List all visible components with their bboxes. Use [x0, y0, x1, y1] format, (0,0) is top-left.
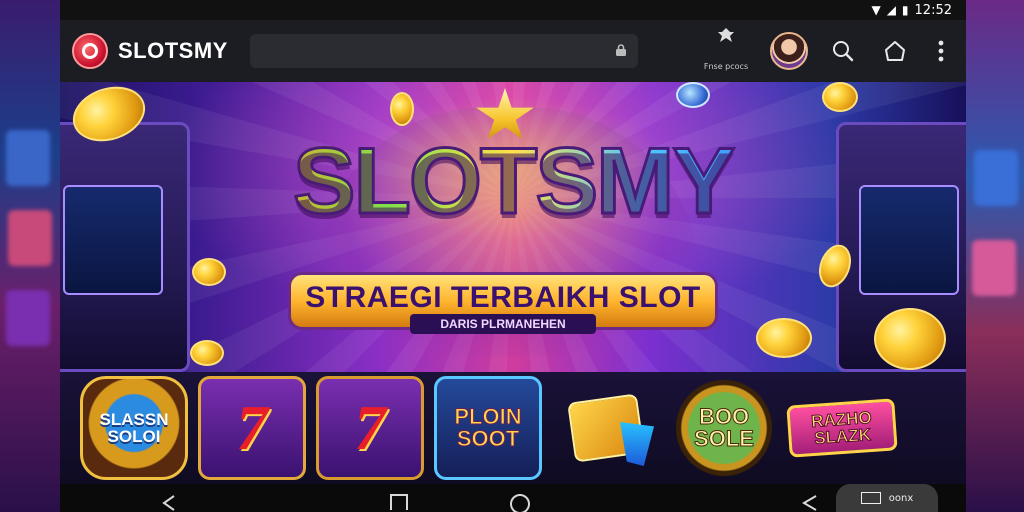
keyboard-icon	[860, 492, 881, 504]
blurred-reel	[8, 210, 52, 266]
screen: ▼ ◢ ▮ 12:52 SLOTSMY Fnse pcocs SLOTSMY S…	[0, 0, 1024, 512]
app-bar: SLOTSMY Fnse pcocs	[60, 20, 966, 82]
recent-apps-icon[interactable]	[390, 494, 410, 512]
gold-coin-icon	[190, 340, 224, 366]
extension-button[interactable]: Fnse pcocs	[700, 26, 752, 73]
background-left-blur	[0, 0, 60, 512]
game-tile-label: RAZHO SLAZK	[810, 407, 873, 448]
signal-icon: ◢	[886, 3, 896, 17]
game-tile[interactable]: 7	[316, 376, 424, 480]
gold-coin-icon	[390, 92, 414, 126]
game-tile[interactable]: 7	[198, 376, 306, 480]
back-icon[interactable]	[160, 494, 180, 512]
pill-label: oonx	[888, 492, 914, 504]
blue-chip-icon	[676, 82, 710, 108]
cone-icon	[620, 422, 654, 466]
home-nav-icon[interactable]	[510, 494, 530, 512]
triangle-icon[interactable]	[800, 494, 820, 512]
game-tile[interactable]: PLOIN SOOT	[434, 376, 542, 480]
puzzle-icon	[700, 26, 752, 54]
game-tile[interactable]: SLASSN SOLOI	[80, 376, 188, 480]
search-bar[interactable]	[249, 34, 638, 68]
status-bar: ▼ ◢ ▮ 12:52	[60, 0, 966, 20]
game-tile[interactable]	[552, 376, 660, 480]
profile-avatar[interactable]	[770, 32, 808, 70]
seven-symbol-icon: 7	[229, 392, 275, 463]
game-tile-label: BOO SOLE	[694, 404, 755, 451]
keyboard-pill[interactable]: oonx	[836, 484, 938, 512]
gold-coin-icon	[756, 318, 812, 358]
wifi-icon: ▼	[871, 3, 881, 17]
blurred-reel	[974, 150, 1018, 206]
blurred-reel	[6, 130, 50, 186]
game-plate: RAZHO SLAZK	[786, 398, 898, 458]
home-icon[interactable]	[880, 36, 910, 66]
overflow-menu-icon[interactable]	[926, 36, 956, 66]
gold-coin-icon	[874, 308, 946, 370]
lock-icon	[614, 43, 628, 57]
game-strip: SLASSN SOLOI 7 7 PLOIN SOOT BOO SOLE RAZ…	[60, 372, 966, 484]
game-tile-label: PLOIN SOOT	[454, 404, 522, 451]
brand-name: SLOTSMY	[118, 38, 228, 63]
game-tile[interactable]: BOO SOLE	[676, 380, 772, 476]
game-tile[interactable]: RAZHO SLAZK	[786, 376, 898, 480]
brand-logo-icon[interactable]	[72, 33, 108, 69]
extension-label: Fnse pcocs	[703, 62, 749, 71]
phone-screen: ▼ ◢ ▮ 12:52 SLOTSMY Fnse pcocs SLOTSMY S…	[60, 0, 966, 512]
status-time: 12:52	[914, 2, 952, 18]
gold-coin-icon	[192, 258, 226, 286]
search-input[interactable]	[249, 34, 638, 68]
game-tile-label: SLASSN SOLOI	[99, 410, 169, 446]
banner-tagline: DARIS PLRMANEHEN	[410, 314, 596, 334]
gold-coin-icon	[822, 82, 858, 112]
background-right-blur	[966, 0, 1024, 512]
banner-subtitle: STRAEGI TERBAIKH SLOT	[305, 281, 701, 314]
search-icon[interactable]	[828, 36, 858, 66]
seven-symbol-icon: 7	[347, 392, 393, 463]
hero-banner[interactable]: SLOTSMY STRAEGI TERBAIKH SLOT DARIS PLRM…	[60, 82, 966, 372]
system-nav-bar	[60, 484, 966, 512]
banner-title: SLOTSMY	[60, 132, 966, 229]
battery-icon: ▮	[901, 3, 909, 17]
blurred-reel	[6, 290, 50, 346]
blurred-reel	[972, 240, 1016, 296]
